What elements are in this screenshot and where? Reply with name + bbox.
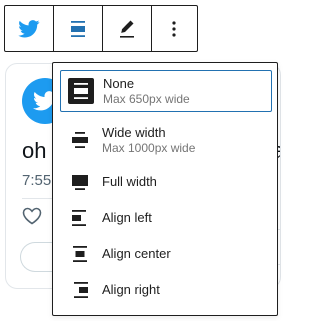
align-wide-icon xyxy=(67,127,93,153)
more-vertical-icon xyxy=(172,20,176,37)
menu-item-wide-width[interactable]: Wide width Max 1000px wide xyxy=(60,119,272,161)
block-toolbar xyxy=(4,5,198,52)
menu-item-label: None xyxy=(103,75,135,91)
menu-item-align-right[interactable]: Align right xyxy=(60,275,272,305)
align-button[interactable] xyxy=(54,6,102,51)
heart-icon xyxy=(22,207,42,225)
menu-item-label: Full width xyxy=(102,174,157,189)
menu-item-label: Align center xyxy=(102,246,171,261)
edit-url-button[interactable] xyxy=(103,6,151,51)
tweet-timestamp: 7:55 xyxy=(22,172,52,189)
align-full-icon xyxy=(67,169,93,195)
menu-item-label: Align right xyxy=(102,282,160,297)
align-none-icon xyxy=(71,20,85,37)
menu-item-align-center[interactable]: Align center xyxy=(60,239,272,269)
menu-item-align-left[interactable]: Align left xyxy=(60,203,272,233)
twitter-bird-icon xyxy=(18,19,40,37)
options-button[interactable] xyxy=(152,6,196,51)
align-none-icon xyxy=(68,78,94,104)
pencil-icon xyxy=(120,20,134,38)
twitter-block-button[interactable] xyxy=(5,6,53,51)
align-right-icon xyxy=(67,277,93,303)
menu-item-description: Max 1000px wide xyxy=(102,140,196,155)
menu-item-label: Wide width xyxy=(102,124,166,140)
like-button[interactable] xyxy=(22,207,42,230)
menu-item-label: Align left xyxy=(102,210,152,225)
align-left-icon xyxy=(67,205,93,231)
menu-item-full-width[interactable]: Full width xyxy=(60,167,272,197)
alignment-menu: None Max 650px wide Wide width Max 1000p… xyxy=(52,62,278,316)
menu-item-none[interactable]: None Max 650px wide xyxy=(60,70,272,112)
menu-item-description: Max 650px wide xyxy=(103,91,190,106)
align-center-icon xyxy=(67,241,93,267)
